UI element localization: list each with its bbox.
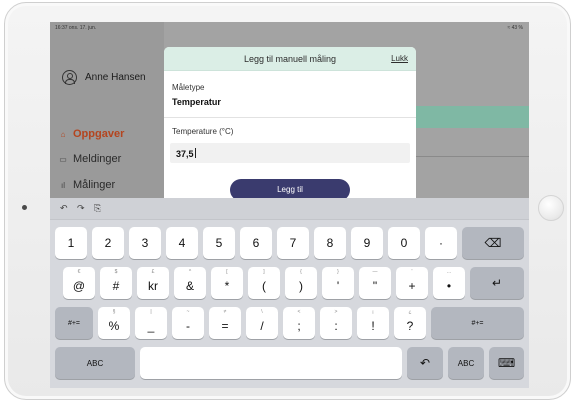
key-colon[interactable]: >: (320, 307, 352, 339)
temperature-value: 37,5 (176, 149, 194, 159)
key-9[interactable]: 9 (351, 227, 383, 259)
measure-type-value[interactable]: Temperatur (172, 97, 221, 107)
key-5[interactable]: 5 (203, 227, 235, 259)
keyboard-toolbar: ↶ ↷ ⎘ (50, 198, 529, 220)
dialog-title: Legg til manuell måling (243, 54, 337, 64)
key-at[interactable]: € @ (63, 267, 95, 299)
field-divider (164, 117, 416, 118)
undo-icon[interactable]: ↶ (60, 203, 68, 214)
key-semicolon[interactable]: <; (283, 307, 315, 339)
redo-icon[interactable]: ↷ (77, 203, 85, 214)
key-bullet[interactable]: … • (433, 267, 465, 299)
chat-icon: ▭ (59, 154, 67, 164)
key-dot[interactable]: · (425, 227, 457, 259)
key-percent[interactable]: §% (98, 307, 130, 339)
chart-icon: ıl (61, 180, 65, 190)
key-ampersand[interactable]: ^ & (174, 267, 206, 299)
close-button[interactable]: Lukk (391, 54, 408, 63)
key-underscore[interactable]: | _ (135, 307, 167, 339)
key-question[interactable]: ¿? (394, 307, 426, 339)
user-icon (62, 70, 77, 85)
key-slash[interactable]: \ / (246, 307, 278, 339)
key-0[interactable]: 0 (388, 227, 420, 259)
key-quote[interactable]: — " (359, 267, 391, 299)
key-4[interactable]: 4 (166, 227, 198, 259)
key-equals[interactable]: ≠ = (209, 307, 241, 339)
key-hash[interactable]: $ # (100, 267, 132, 299)
abc-key-right[interactable]: ABC (448, 347, 484, 379)
nav-label: Oppgaver (73, 128, 125, 140)
home-button[interactable] (538, 195, 564, 221)
key-6[interactable]: 6 (240, 227, 272, 259)
temperature-input[interactable]: 37,5 (170, 143, 410, 163)
key-kr[interactable]: £ kr (137, 267, 169, 299)
key-8[interactable]: 8 (314, 227, 346, 259)
status-time: 16:37 ons. 17. jun. (55, 25, 97, 31)
abc-key-left[interactable]: ABC (55, 347, 135, 379)
dialog-header: Legg til manuell måling Lukk (164, 47, 416, 71)
onscreen-keyboard: ↶ ↷ ⎘ 1 2 3 4 5 6 7 8 9 0 · ⌫ € @ $ # £ kr … (50, 198, 529, 388)
key-3[interactable]: 3 (129, 227, 161, 259)
key-1[interactable]: 1 (55, 227, 87, 259)
return-key[interactable]: ↵ (470, 267, 524, 299)
user-name: Anne Hansen (85, 72, 146, 83)
nav-item-malinger[interactable]: ıl Målinger (58, 179, 115, 191)
key-7[interactable]: 7 (277, 227, 309, 259)
key-paren-close[interactable]: {) (285, 267, 317, 299)
space-bar[interactable] (140, 347, 402, 379)
delete-key[interactable]: ⌫ (462, 227, 524, 259)
key-2[interactable]: 2 (92, 227, 124, 259)
paste-icon[interactable]: ⎘ (94, 203, 101, 214)
user-profile[interactable]: Anne Hansen (62, 70, 146, 85)
temperature-label: Temperature (°C) (172, 127, 234, 136)
nav-item-oppgaver[interactable]: ⌂ Oppgaver (58, 128, 125, 140)
key-asterisk[interactable]: [* (211, 267, 243, 299)
text-caret (194, 148, 196, 158)
symbols-key-left[interactable]: #+= (55, 307, 93, 339)
key-plus[interactable]: ' + (396, 267, 428, 299)
nav-label: Meldinger (73, 153, 122, 165)
manual-measurement-dialog: Legg til manuell måling Lukk Måletype Te… (164, 47, 416, 198)
status-bar: 16:37 ons. 17. jun. ≈ 43 % (50, 22, 529, 34)
add-button[interactable]: Legg til (230, 179, 350, 198)
nav-item-meldinger[interactable]: ▭ Meldinger (58, 153, 121, 165)
screen: 16:37 ons. 17. jun. ≈ 43 % Anne Hansen ⌂… (50, 22, 529, 388)
keyboard-dismiss-icon[interactable]: ⌨ (489, 347, 524, 379)
key-hyphen[interactable]: ~ - (172, 307, 204, 339)
measure-type-label: Måletype (172, 83, 205, 92)
key-exclamation[interactable]: ¡! (357, 307, 389, 339)
sidebar (50, 22, 164, 198)
nav-label: Målinger (73, 179, 116, 191)
symbols-key-right[interactable]: #+= (431, 307, 524, 339)
undo-key[interactable]: ↶ (407, 347, 443, 379)
home-icon: ⌂ (60, 129, 66, 139)
status-battery: ≈ 43 % (507, 25, 523, 31)
camera-dot (22, 205, 27, 210)
key-paren-open[interactable]: ]( (248, 267, 280, 299)
key-apostrophe[interactable]: } ' (322, 267, 354, 299)
